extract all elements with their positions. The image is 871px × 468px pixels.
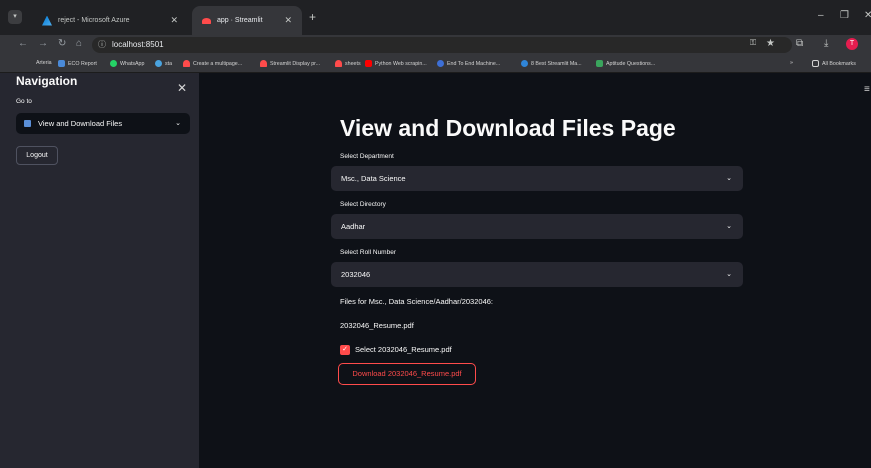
close-tab-icon[interactable]: ✕ — [284, 15, 292, 26]
roll-number-select[interactable]: 2032046 ⌄ — [331, 262, 743, 287]
select-file-label: Select 2032046_Resume.pdf — [355, 345, 452, 354]
select-file-checkbox[interactable]: ✓ — [340, 345, 350, 355]
browser-tab-title: app · Streamlit — [217, 17, 263, 24]
streamlit-logo-icon — [202, 17, 211, 24]
bookmark-item[interactable]: WhatsApp — [110, 60, 144, 67]
password-key-icon[interactable]: ⚿ — [750, 38, 756, 48]
bookmark-item[interactable]: Aptitude Questions... — [596, 60, 655, 67]
bookmarks-bar: Arteria ECO Report WhatsApp sta Create a… — [0, 55, 871, 73]
url-input[interactable]: ⓘ localhost:8501 — [92, 37, 792, 53]
sidebar-title: Navigation — [16, 74, 78, 88]
bookmark-item[interactable]: Arteria — [36, 60, 52, 66]
azure-logo-icon — [42, 15, 52, 26]
back-icon[interactable]: ← — [18, 38, 28, 49]
directory-label: Select Directory — [340, 201, 386, 208]
minimize-icon[interactable]: – — [818, 10, 824, 21]
url-text: localhost:8501 — [112, 40, 164, 49]
site-info-icon[interactable]: ⓘ — [98, 37, 106, 53]
folder-icon — [812, 60, 819, 67]
extensions-icon[interactable]: ⧉ — [796, 38, 803, 49]
all-bookmarks[interactable]: All Bookmarks — [812, 60, 856, 67]
new-tab-icon[interactable]: + — [309, 10, 316, 24]
bookmark-item[interactable]: 8 Best Streamlit Ma... — [521, 60, 582, 67]
page-title: View and Download Files Page — [340, 115, 676, 141]
bookmark-item[interactable]: sta — [155, 60, 172, 67]
bookmark-favicon-icon — [437, 60, 444, 67]
chevron-down-icon: ⌄ — [726, 175, 732, 182]
bookmark-item[interactable]: End To End Machine... — [437, 60, 500, 67]
youtube-icon — [365, 60, 372, 67]
page-select-value: View and Download Files — [38, 119, 123, 128]
forward-icon[interactable]: → — [38, 38, 48, 49]
bookmark-favicon-icon — [155, 60, 162, 67]
bookmark-favicon-icon — [596, 60, 603, 67]
chevron-down-icon: ⌄ — [726, 271, 732, 278]
bookmark-star-icon[interactable]: ★ — [766, 38, 775, 49]
download-button[interactable]: Download 2032046_Resume.pdf — [338, 363, 476, 385]
bookmark-item[interactable]: Streamlit Display pr... — [260, 60, 320, 67]
logout-button[interactable]: Logout — [16, 146, 58, 165]
file-name: 2032046_Resume.pdf — [340, 321, 414, 330]
streamlit-logo-icon — [335, 60, 342, 67]
whatsapp-icon — [110, 60, 117, 67]
department-select[interactable]: Msc., Data Science ⌄ — [331, 166, 743, 191]
home-icon[interactable]: ⌂ — [76, 38, 82, 49]
department-value: Msc., Data Science — [341, 174, 406, 183]
file-box-icon — [24, 120, 31, 127]
directory-select[interactable]: Aadhar ⌄ — [331, 214, 743, 239]
bookmark-item[interactable]: Create a multipage... — [183, 60, 242, 67]
bookmark-favicon-icon — [521, 60, 528, 67]
browser-tab-strip: ▾ reject - Microsoft Azure ✕ app · Strea… — [0, 0, 871, 35]
page-select[interactable]: View and Download Files ⌄ — [16, 113, 190, 134]
bookmark-favicon-icon — [58, 60, 65, 67]
files-heading: Files for Msc., Data Science/Aadhar/2032… — [340, 297, 493, 306]
restore-icon[interactable]: ❐ — [840, 10, 849, 21]
reload-icon[interactable]: ↻ — [58, 38, 66, 49]
close-window-icon[interactable]: ✕ — [864, 10, 871, 21]
browser-tab-azure[interactable]: reject - Microsoft Azure ✕ — [32, 6, 188, 35]
more-bookmarks-icon[interactable]: » — [790, 60, 793, 66]
browser-tab-streamlit[interactable]: app · Streamlit ✕ — [192, 6, 302, 35]
chevron-down-icon: ⌄ — [726, 223, 732, 230]
download-icon[interactable]: ⤓ — [824, 38, 828, 49]
streamlit-logo-icon — [260, 60, 267, 67]
streamlit-logo-icon — [183, 60, 190, 67]
bookmark-item[interactable]: Python Web scrapin... — [365, 60, 427, 67]
roll-number-value: 2032046 — [341, 270, 371, 279]
chevron-down-icon: ⌄ — [175, 120, 181, 127]
close-sidebar-icon[interactable]: ✕ — [177, 81, 187, 95]
address-bar: ← → ↻ ⌂ ⓘ localhost:8501 ⚿ ★ ⧉ ⤓ T — [0, 35, 871, 55]
roll-number-label: Select Roll Number — [340, 249, 396, 256]
browser-tab-title: reject - Microsoft Azure — [58, 17, 130, 24]
department-label: Select Department — [340, 153, 394, 160]
close-tab-icon[interactable]: ✕ — [170, 15, 178, 26]
goto-label: Go to — [16, 98, 32, 105]
profile-avatar[interactable]: T — [846, 38, 858, 50]
bookmark-item[interactable]: ECO Report — [58, 60, 97, 67]
bookmark-item[interactable]: sheets — [335, 60, 361, 67]
tab-search-icon[interactable]: ▾ — [8, 10, 22, 24]
directory-value: Aadhar — [341, 222, 366, 231]
main-menu-icon[interactable]: ≡ — [864, 84, 870, 95]
